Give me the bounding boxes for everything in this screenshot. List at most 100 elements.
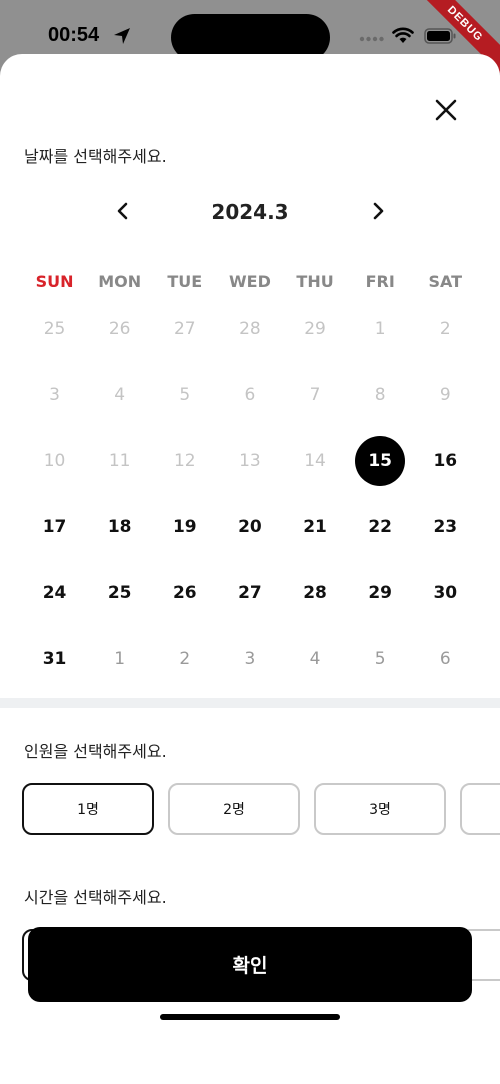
people-options: 1명 2명 3명 [22, 783, 500, 837]
day-number: 13 [239, 451, 261, 471]
month-navigator: 2024.3 [0, 194, 500, 228]
time-prompt: 시간을 선택해주세요. [24, 888, 167, 907]
day-number: 26 [172, 583, 197, 603]
day-number: 6 [439, 649, 451, 669]
calendar-day: 12 [152, 428, 217, 494]
wifi-icon [392, 27, 414, 43]
calendar-day[interactable]: 22 [348, 494, 413, 560]
next-month-button[interactable] [363, 196, 393, 226]
calendar-day: 11 [87, 428, 152, 494]
location-arrow-icon [114, 28, 130, 44]
close-button[interactable] [428, 92, 464, 128]
day-number: 29 [304, 319, 326, 339]
day-number: 20 [238, 517, 262, 537]
weekday-tue: TUE [167, 272, 203, 291]
calendar-day: 4 [87, 362, 152, 428]
day-number: 27 [173, 319, 196, 339]
section-divider [0, 698, 500, 708]
confirm-button[interactable]: 확인 [28, 927, 472, 1002]
calendar-day: 3 [22, 362, 87, 428]
day-number: 1 [114, 649, 126, 669]
day-number: 6 [244, 385, 256, 405]
calendar-day[interactable]: 16 [413, 428, 478, 494]
calendar-grid: 25 26 27 28 29 1 2 3 4 5 6 7 8 9 10 11 12 13 14 15 16 17 18 19 2… [22, 296, 478, 692]
day-number: 3 [49, 385, 60, 405]
day-number: 21 [303, 517, 327, 537]
calendar-day: 6 [413, 626, 478, 692]
calendar-day: 8 [348, 362, 413, 428]
status-time: 00:54 [48, 24, 100, 46]
calendar-day: 4 [283, 626, 348, 692]
calendar-day[interactable]: 28 [283, 560, 348, 626]
calendar-day: 6 [217, 362, 282, 428]
day-number: 18 [107, 517, 132, 537]
calendar-day: 1 [87, 626, 152, 692]
weekday-sat: SAT [428, 272, 463, 291]
day-number: 4 [309, 649, 321, 669]
calendar-day: 2 [413, 296, 478, 362]
day-number: 8 [374, 385, 386, 405]
calendar-day[interactable]: 18 [87, 494, 152, 560]
day-number: 25 [107, 583, 132, 603]
calendar-day[interactable]: 30 [413, 560, 478, 626]
day-number: 29 [368, 583, 393, 603]
calendar-day[interactable]: 25 [87, 560, 152, 626]
people-option[interactable]: 2명 [168, 783, 300, 835]
calendar-day: 10 [22, 428, 87, 494]
calendar-day: 26 [87, 296, 152, 362]
cellular-signal-icon [359, 36, 384, 42]
day-number: 26 [108, 319, 131, 339]
weekday-wed: WED [229, 272, 271, 291]
chevron-right-icon [373, 202, 384, 220]
calendar-day[interactable]: 26 [152, 560, 217, 626]
calendar-day[interactable]: 21 [283, 494, 348, 560]
day-number: 14 [304, 451, 326, 471]
day-number: 22 [368, 517, 393, 537]
day-number: 2 [179, 649, 191, 669]
day-number: 10 [43, 451, 66, 471]
people-option-selected[interactable]: 1명 [22, 783, 154, 835]
day-number: 31 [42, 649, 67, 669]
day-number: 12 [173, 451, 196, 471]
day-number: 1 [374, 319, 386, 339]
calendar-day: 2 [152, 626, 217, 692]
day-number: 24 [42, 583, 67, 603]
people-option[interactable]: 3명 [314, 783, 446, 835]
day-number: 15 [368, 451, 393, 471]
calendar-day: 9 [413, 362, 478, 428]
calendar-day: 5 [152, 362, 217, 428]
people-option[interactable] [460, 783, 500, 835]
day-number: 16 [433, 451, 458, 471]
calendar-day: 3 [217, 626, 282, 692]
day-number: 2 [439, 319, 451, 339]
calendar-day[interactable]: 19 [152, 494, 217, 560]
day-number: 25 [43, 319, 66, 339]
calendar-day[interactable]: 23 [413, 494, 478, 560]
calendar-day: 27 [152, 296, 217, 362]
weekday-thu: THU [296, 272, 334, 291]
weekday-header: SUN MON TUE WED THU FRI SAT [22, 272, 478, 296]
day-number: 30 [433, 583, 458, 603]
day-number: 11 [108, 451, 131, 471]
calendar-day: 25 [22, 296, 87, 362]
day-number: 3 [244, 649, 256, 669]
weekday-mon: MON [98, 272, 142, 291]
weekday-sun: SUN [35, 272, 74, 291]
calendar-day[interactable]: 29 [348, 560, 413, 626]
calendar-day: 13 [217, 428, 282, 494]
calendar-day: 28 [217, 296, 282, 362]
calendar-day-selected[interactable]: 15 [348, 428, 413, 494]
calendar-day[interactable]: 31 [22, 626, 87, 692]
calendar-day: 14 [283, 428, 348, 494]
calendar-day: 1 [348, 296, 413, 362]
calendar-day[interactable]: 20 [217, 494, 282, 560]
day-number: 9 [439, 385, 451, 405]
calendar-day[interactable]: 24 [22, 560, 87, 626]
day-number: 23 [433, 517, 458, 537]
calendar-day[interactable]: 27 [217, 560, 282, 626]
day-number: 17 [42, 517, 67, 537]
calendar-day: 5 [348, 626, 413, 692]
calendar-day[interactable]: 17 [22, 494, 87, 560]
day-number: 28 [303, 583, 327, 603]
day-number: 4 [114, 385, 126, 405]
